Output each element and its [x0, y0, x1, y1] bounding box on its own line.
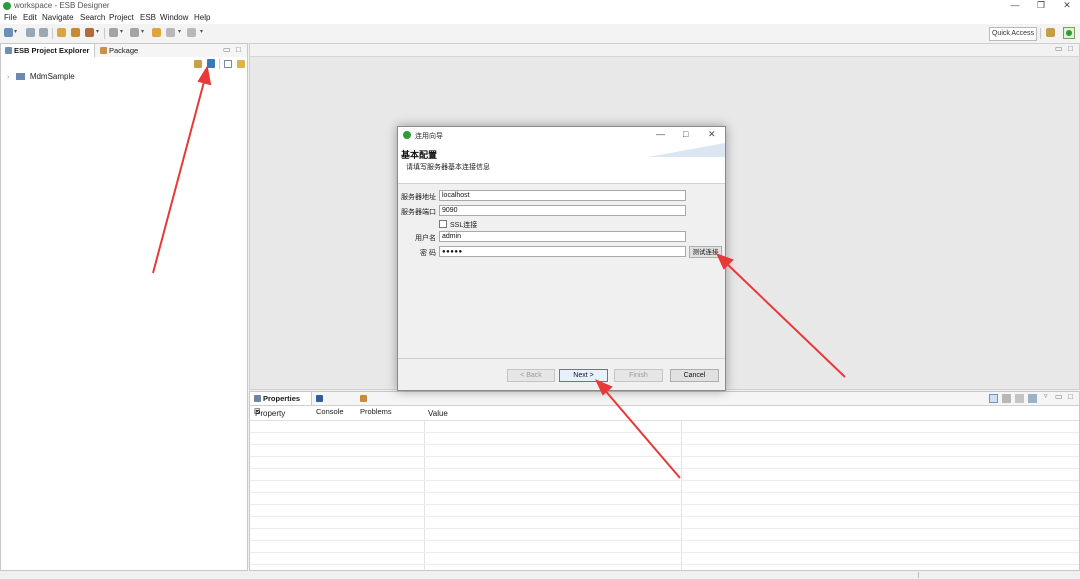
arrow-to-test-button [724, 261, 846, 378]
arrow-head [595, 379, 613, 396]
arrow-to-next-button [602, 387, 681, 479]
annotation-arrows [152, 65, 846, 479]
arrow-to-connect-icon [152, 77, 206, 274]
arrow-head [197, 65, 212, 86]
